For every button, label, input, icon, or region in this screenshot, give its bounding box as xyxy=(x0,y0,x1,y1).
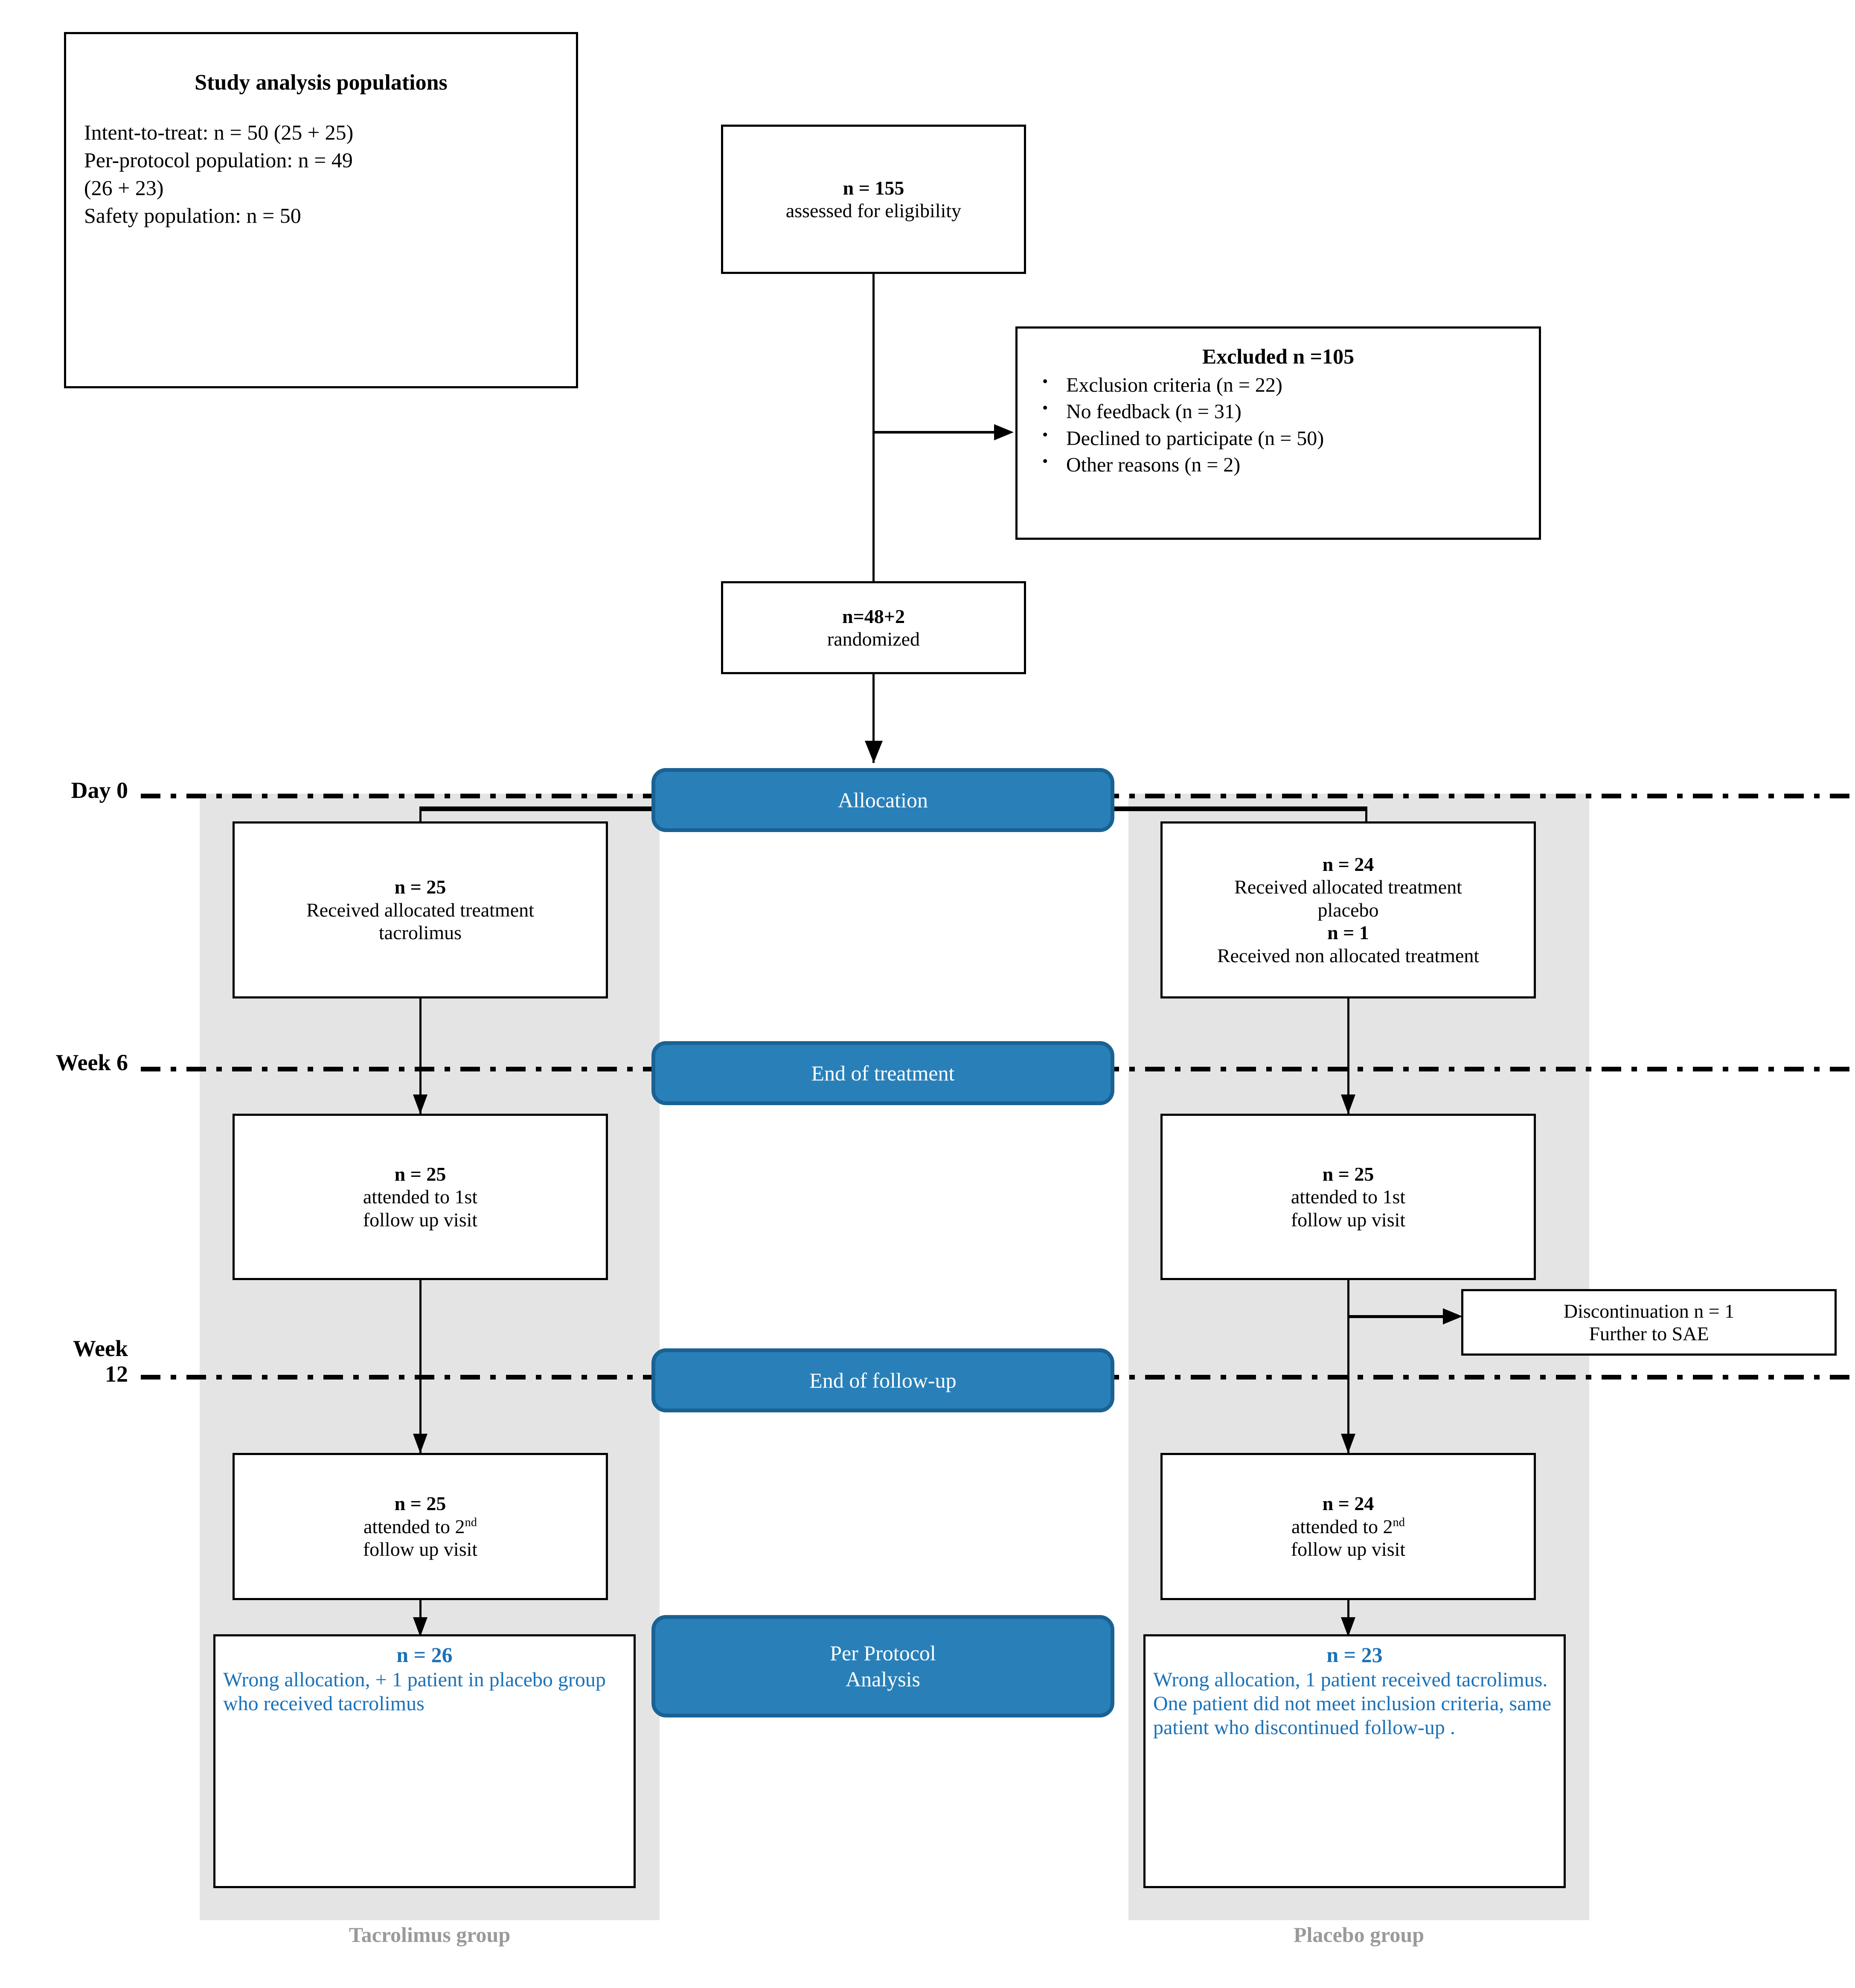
excluded-title: Excluded n =105 xyxy=(1202,344,1355,368)
tacrolimus-followup2-box: n = 25 attended to 2nd follow up visit xyxy=(233,1453,608,1600)
tacrolimus-group-caption: Tacrolimus group xyxy=(349,1923,511,1947)
arrow-placebo-fu1 xyxy=(1341,1094,1355,1114)
tacro-alloc-label: Received allocated treatment tacrolimus xyxy=(306,899,534,944)
study-analysis-populations-title: Study analysis populations xyxy=(195,70,448,95)
placebo-fu2-n: n = 24 xyxy=(1322,1493,1374,1515)
discontinuation-line-2: Further to SAE xyxy=(1589,1323,1709,1345)
placebo-fu1-label-b: follow up visit xyxy=(1291,1208,1406,1231)
placebo-alloc-n1: n = 24 xyxy=(1322,853,1374,876)
stem-placebo-fu1-to-fu2 xyxy=(1347,1280,1349,1453)
tacrolimus-followup1-box: n = 25 attended to 1st follow up visit xyxy=(233,1114,608,1280)
placebo-fu2-ordinal-suffix: nd xyxy=(1393,1516,1405,1529)
arrow-to-excluded xyxy=(994,424,1014,440)
placebo-alloc-n2: n = 1 xyxy=(1327,922,1369,944)
excluded-item-0: Exclusion criteria (n = 22) xyxy=(1042,371,1527,399)
discontinuation-box: Discontinuation n = 1 Further to SAE xyxy=(1461,1289,1837,1356)
end-of-treatment-banner: End of treatment xyxy=(651,1041,1114,1105)
per-protocol-analysis-banner: Per Protocol Analysis xyxy=(651,1615,1114,1717)
tacro-fu1-n: n = 25 xyxy=(394,1163,446,1185)
allocation-banner: Allocation xyxy=(651,768,1114,832)
arrow-tacro-fu2 xyxy=(413,1434,427,1453)
per-protocol-banner-line2: Analysis xyxy=(846,1667,920,1691)
tacrolimus-per-protocol-box: n = 26 Wrong allocation, + 1 patient in … xyxy=(213,1634,636,1888)
branch-to-discontinuation xyxy=(1347,1315,1444,1318)
week12-label-line2: 12 xyxy=(105,1361,128,1387)
placebo-allocation-box: n = 24 Received allocated treatment plac… xyxy=(1160,821,1536,998)
placebo-fu1-label-a: attended to 1st xyxy=(1291,1186,1406,1208)
placebo-fu2-label-a: attended to 2 xyxy=(1291,1515,1393,1537)
stem-assessed-to-randomized xyxy=(872,274,875,581)
tacro-alloc-n: n = 25 xyxy=(394,876,446,898)
arrow-tacro-fu1 xyxy=(413,1094,427,1114)
placebo-pp-n: n = 23 xyxy=(1326,1643,1383,1667)
excluded-item-1: No feedback (n = 31) xyxy=(1042,398,1527,425)
tacro-fu2-label-a: attended to 2 xyxy=(363,1515,465,1537)
day0-label: Day 0 xyxy=(71,777,128,803)
placebo-followup1-box: n = 25 attended to 1st follow up visit xyxy=(1160,1114,1536,1280)
tacro-pp-n: n = 26 xyxy=(396,1643,453,1667)
placebo-alloc-label2: Received non allocated treatment xyxy=(1217,944,1480,966)
arrow-randomized-down xyxy=(865,741,883,763)
info-line-3: Safety population: n = 50 xyxy=(84,204,301,228)
tacro-fu1-label-b: follow up visit xyxy=(363,1208,478,1231)
randomized-label: randomized xyxy=(827,628,920,650)
placebo-alloc-label1: Received allocated treatment placebo xyxy=(1234,876,1462,921)
tacro-fu1-label-a: attended to 1st xyxy=(363,1186,478,1208)
info-line-2: (26 + 23) xyxy=(84,176,164,200)
arrow-to-discontinuation xyxy=(1443,1308,1462,1324)
excluded-box: Excluded n =105 Exclusion criteria (n = … xyxy=(1015,326,1541,540)
placebo-per-protocol-box: n = 23 Wrong allocation, 1 patient recei… xyxy=(1143,1634,1566,1888)
arrow-placebo-fu2 xyxy=(1341,1434,1355,1453)
excluded-item-3: Other reasons (n = 2) xyxy=(1042,451,1527,478)
randomized-box: n=48+2 randomized xyxy=(721,581,1026,674)
week12-label: Week 12 xyxy=(0,1336,128,1387)
week6-label: Week 6 xyxy=(55,1050,128,1075)
info-line-1: Per-protocol population: n = 49 xyxy=(84,148,353,172)
excluded-item-2: Declined to participate (n = 50) xyxy=(1042,425,1527,452)
end-of-followup-banner: End of follow-up xyxy=(651,1348,1114,1412)
tacro-fu2-n: n = 25 xyxy=(394,1493,446,1515)
tacro-fu2-ordinal-suffix: nd xyxy=(465,1516,477,1529)
week12-label-line1: Week xyxy=(73,1336,128,1361)
placebo-pp-text: Wrong allocation, 1 patient received tac… xyxy=(1153,1668,1552,1739)
placebo-fu1-n: n = 25 xyxy=(1322,1163,1374,1185)
tacro-pp-text: Wrong allocation, + 1 patient in placebo… xyxy=(223,1668,606,1715)
branch-to-excluded xyxy=(872,431,995,434)
per-protocol-banner-line1: Per Protocol xyxy=(830,1641,936,1665)
info-line-0: Intent-to-treat: n = 50 (25 + 25) xyxy=(84,120,354,145)
randomized-n: n=48+2 xyxy=(842,605,905,627)
assessed-label: assessed for eligibility xyxy=(785,200,962,221)
assessed-n: n = 155 xyxy=(843,177,904,199)
placebo-group-caption: Placebo group xyxy=(1293,1923,1425,1947)
tacro-fu2-label-b: follow up visit xyxy=(363,1538,478,1560)
discontinuation-line-1: Discontinuation n = 1 xyxy=(1563,1300,1735,1322)
stem-tacro-fu1-to-fu2 xyxy=(419,1280,422,1453)
placebo-followup2-box: n = 24 attended to 2nd follow up visit xyxy=(1160,1453,1536,1600)
placebo-fu2-label-b: follow up visit xyxy=(1291,1538,1406,1560)
assessed-for-eligibility-box: n = 155 assessed for eligibility xyxy=(721,125,1026,274)
tacrolimus-allocation-box: n = 25 Received allocated treatment tacr… xyxy=(233,821,608,998)
study-analysis-populations-box: Study analysis populations Intent-to-tre… xyxy=(64,32,578,388)
consort-flow-diagram: Study analysis populations Intent-to-tre… xyxy=(0,0,1855,1988)
